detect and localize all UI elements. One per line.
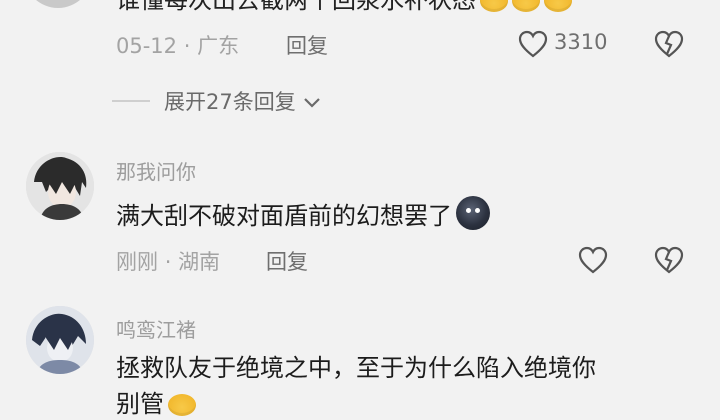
reply-button[interactable]: 回复 — [266, 246, 308, 276]
expand-divider — [112, 100, 150, 102]
avatar[interactable] — [26, 152, 94, 220]
avatar[interactable] — [24, 0, 92, 8]
chevron-down-icon — [302, 96, 322, 110]
comment-text-body: 谁懂每次出去截两个回泉水补状态 — [116, 0, 476, 14]
dark-face-emoji-icon — [456, 196, 490, 230]
comment-meta: 05-12 · 广东 — [116, 30, 239, 60]
crying-face-emoji-icon — [544, 0, 572, 12]
like-icon[interactable] — [518, 30, 548, 58]
like-icon[interactable] — [578, 246, 608, 274]
reply-button[interactable]: 回复 — [286, 30, 328, 60]
meta-separator: · — [183, 34, 191, 58]
username[interactable]: 那我问你 — [116, 156, 196, 185]
like-count: 3310 — [554, 30, 608, 54]
comment-location: 广东 — [197, 34, 240, 58]
expand-replies-label: 展开27条回复 — [164, 90, 296, 114]
expand-replies-button[interactable]: 展开27条回复 — [164, 86, 322, 116]
comment-text: 满大刮不破对面盾前的幻想罢了 — [116, 196, 490, 232]
comment-meta: 刚刚 · 湖南 — [116, 246, 220, 276]
comment-date: 刚刚 — [116, 250, 158, 274]
dislike-icon[interactable] — [654, 30, 684, 58]
crying-face-emoji-icon — [512, 0, 540, 12]
comment-text-body: 别管 — [116, 390, 164, 418]
avatar-image — [26, 152, 94, 220]
crying-face-emoji-icon — [480, 0, 508, 12]
username[interactable]: 鸣鸾江褚 — [116, 314, 196, 343]
comment-text: 谁懂每次出去截两个回泉水补状态 — [116, 0, 572, 16]
comment-text-line2: 别管 — [116, 388, 196, 420]
comment-date: 05-12 — [116, 34, 178, 58]
avatar-image — [26, 306, 94, 374]
comment-location: 湖南 — [178, 250, 221, 274]
meta-separator: · — [164, 250, 172, 274]
crying-face-emoji-icon — [168, 394, 196, 416]
comment-text: 拯救队友于绝境之中，至于为什么陷入绝境你 — [116, 354, 596, 382]
avatar[interactable] — [26, 306, 94, 374]
dislike-icon[interactable] — [654, 246, 684, 274]
comment-text-body: 满大刮不破对面盾前的幻想罢了 — [116, 202, 452, 230]
